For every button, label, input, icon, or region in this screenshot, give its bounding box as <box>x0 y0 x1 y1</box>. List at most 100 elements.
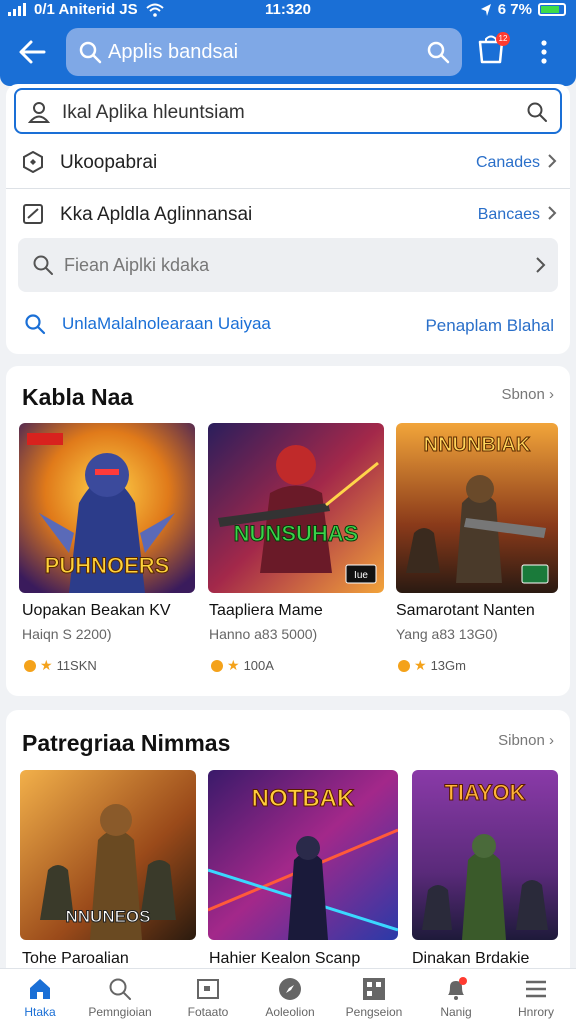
document-icon <box>23 204 43 224</box>
search-options-card: Ikal Aplika hleuntsiam Ukoopabrai Canade… <box>6 84 570 354</box>
art-title: NNUNBIAK <box>424 434 531 456</box>
photo-icon <box>197 979 219 999</box>
more-options-button[interactable] <box>532 34 556 70</box>
account-search-field[interactable]: Ikal Aplika hleuntsiam <box>14 88 562 134</box>
game-subtitle: Hanno a83 5000) <box>209 626 318 642</box>
see-all-label: Sbnon <box>501 386 545 403</box>
nav-label: Htaka <box>24 1005 56 1019</box>
rating-value: 100A <box>243 658 274 673</box>
chevron-right-icon <box>536 257 546 273</box>
game-art: NUNSUHAS Iue <box>208 423 384 593</box>
battery-percent: 6 7% <box>497 1 532 18</box>
nav-label: Nanig <box>440 1005 472 1019</box>
star-icon: ★ <box>40 657 53 673</box>
game-rating: ★ 11SKN <box>24 657 97 674</box>
nav-apps[interactable]: Pengseion <box>334 969 414 1024</box>
game-thumbnail[interactable]: NNUNEOS <box>20 770 196 940</box>
game-name: Hahier Kealon Scanp <box>209 950 361 967</box>
game-name: Dinakan Brdakie <box>412 950 530 967</box>
art-title: NUNSUHAS <box>234 521 359 546</box>
list-item-application[interactable]: Kka Apldla Aglinnansai Bancaes <box>6 190 570 238</box>
see-all-link[interactable]: Sibnon › <box>498 732 554 749</box>
nav-explore[interactable]: Aoleolion <box>250 969 330 1024</box>
rating-value: 13Gm <box>430 658 466 673</box>
more-vertical-icon <box>541 40 547 64</box>
nav-photo[interactable]: Fotaato <box>160 969 256 1024</box>
search-bar[interactable]: Applis bandsai <box>66 28 462 76</box>
cart-button[interactable]: 12 <box>476 32 510 72</box>
game-name: Samarotant Nanten <box>396 602 535 619</box>
arrow-left-icon <box>19 40 46 64</box>
section-title: Kabla Naa <box>22 384 134 410</box>
game-thumbnail[interactable]: NUNSUHAS Iue <box>208 423 384 593</box>
divider <box>6 188 570 189</box>
search-icon <box>25 314 46 335</box>
see-all-label: Sibnon <box>498 732 545 749</box>
link-row-label[interactable]: UnlaMalalnolearaan Uaiyaa <box>62 314 271 334</box>
star-icon: ★ <box>227 657 240 673</box>
game-art: PUHNOERS <box>19 423 195 593</box>
filter-input[interactable]: Fiean Aiplki kdaka <box>18 238 558 292</box>
game-art: NNUNEOS <box>20 770 196 940</box>
nav-label: Pemngioian <box>88 1005 152 1019</box>
nav-label: Hnrory <box>517 1005 554 1019</box>
section-top-games: Kabla Naa Sbnon › PUHNOERS Uopakan Beaka… <box>6 366 570 696</box>
game-art: NOTBAK <box>208 770 398 940</box>
game-rating: ★ 13Gm <box>398 657 466 674</box>
nav-label: Aoleolion <box>265 1005 315 1019</box>
rating-value: 11SKN <box>56 658 97 673</box>
game-thumbnail[interactable]: TIAYOK <box>412 770 558 940</box>
game-thumbnail[interactable]: PUHNOERS <box>19 423 195 593</box>
battery-icon <box>538 3 566 16</box>
home-icon <box>30 979 50 999</box>
list-item-category[interactable]: Ukoopabrai Canades <box>6 138 570 186</box>
art-title: NNUNEOS <box>65 907 150 926</box>
game-name: Taapliera Mame <box>209 602 323 619</box>
link-row[interactable]: UnlaMalalnolearaan Uaiyaa Penaplam Blaha… <box>6 300 570 348</box>
row-label: Kka Apldla Aglinnansai <box>60 204 253 225</box>
art-title: TIAYOK <box>444 780 525 805</box>
cart-badge: 12 <box>496 32 510 46</box>
coin-icon <box>398 659 410 672</box>
search-icon <box>109 978 131 1000</box>
nav-home[interactable]: Htaka <box>0 969 80 1024</box>
game-subtitle: Yang a83 13G0) <box>396 626 498 642</box>
location-icon <box>480 3 491 16</box>
game-rating: ★ 100A <box>211 657 274 674</box>
bell-icon <box>448 977 467 1000</box>
game-thumbnail[interactable]: NOTBAK <box>208 770 398 940</box>
game-art: TIAYOK <box>412 770 558 940</box>
section-new-games: Patregriaa Nimmas Sibnon › NNUNEOS Tohe … <box>6 710 570 980</box>
star-icon: ★ <box>414 657 427 673</box>
see-all-link[interactable]: Sbnon › <box>501 386 554 403</box>
game-name: Uopakan Beakan KV <box>22 602 171 619</box>
nav-notifications[interactable]: Nanig <box>416 969 496 1024</box>
row-label: Ukoopabrai <box>60 152 158 173</box>
search-input[interactable]: Applis bandsai <box>108 41 238 64</box>
search-icon[interactable] <box>526 101 548 123</box>
search-icon <box>33 255 53 275</box>
user-icon <box>28 102 50 123</box>
row-action-link[interactable]: Canades <box>476 154 540 172</box>
compass-icon <box>279 978 301 1000</box>
nav-search[interactable]: Pemngioian <box>80 969 160 1024</box>
app-bar: 0/1 Aniterid JS 11:320 6 7% Applis bands… <box>0 0 576 86</box>
apps-icon <box>363 978 385 1000</box>
art-title: PUHNOERS <box>45 553 170 578</box>
back-button[interactable] <box>14 34 54 70</box>
search-icon <box>79 41 102 64</box>
menu-icon <box>526 980 546 998</box>
account-search-text: Ikal Aplika hleuntsiam <box>62 102 245 123</box>
chevron-right-icon <box>548 206 557 220</box>
nav-label: Pengseion <box>345 1005 403 1019</box>
filter-placeholder: Fiean Aiplki kdaka <box>64 255 210 275</box>
nav-menu[interactable]: Hnrory <box>496 969 576 1024</box>
search-submit-icon[interactable] <box>426 40 450 64</box>
row-action-link[interactable]: Bancaes <box>478 206 540 224</box>
coin-icon <box>211 659 223 672</box>
bottom-navigation: Htaka Pemngioian Fotaato Aoleolion Pengs… <box>0 968 576 1024</box>
game-thumbnail[interactable]: NNUNBIAK <box>396 423 558 593</box>
coin-icon <box>24 659 36 672</box>
link-row-action[interactable]: Penaplam Blahal <box>425 316 554 336</box>
art-badge: Iue <box>354 570 368 581</box>
